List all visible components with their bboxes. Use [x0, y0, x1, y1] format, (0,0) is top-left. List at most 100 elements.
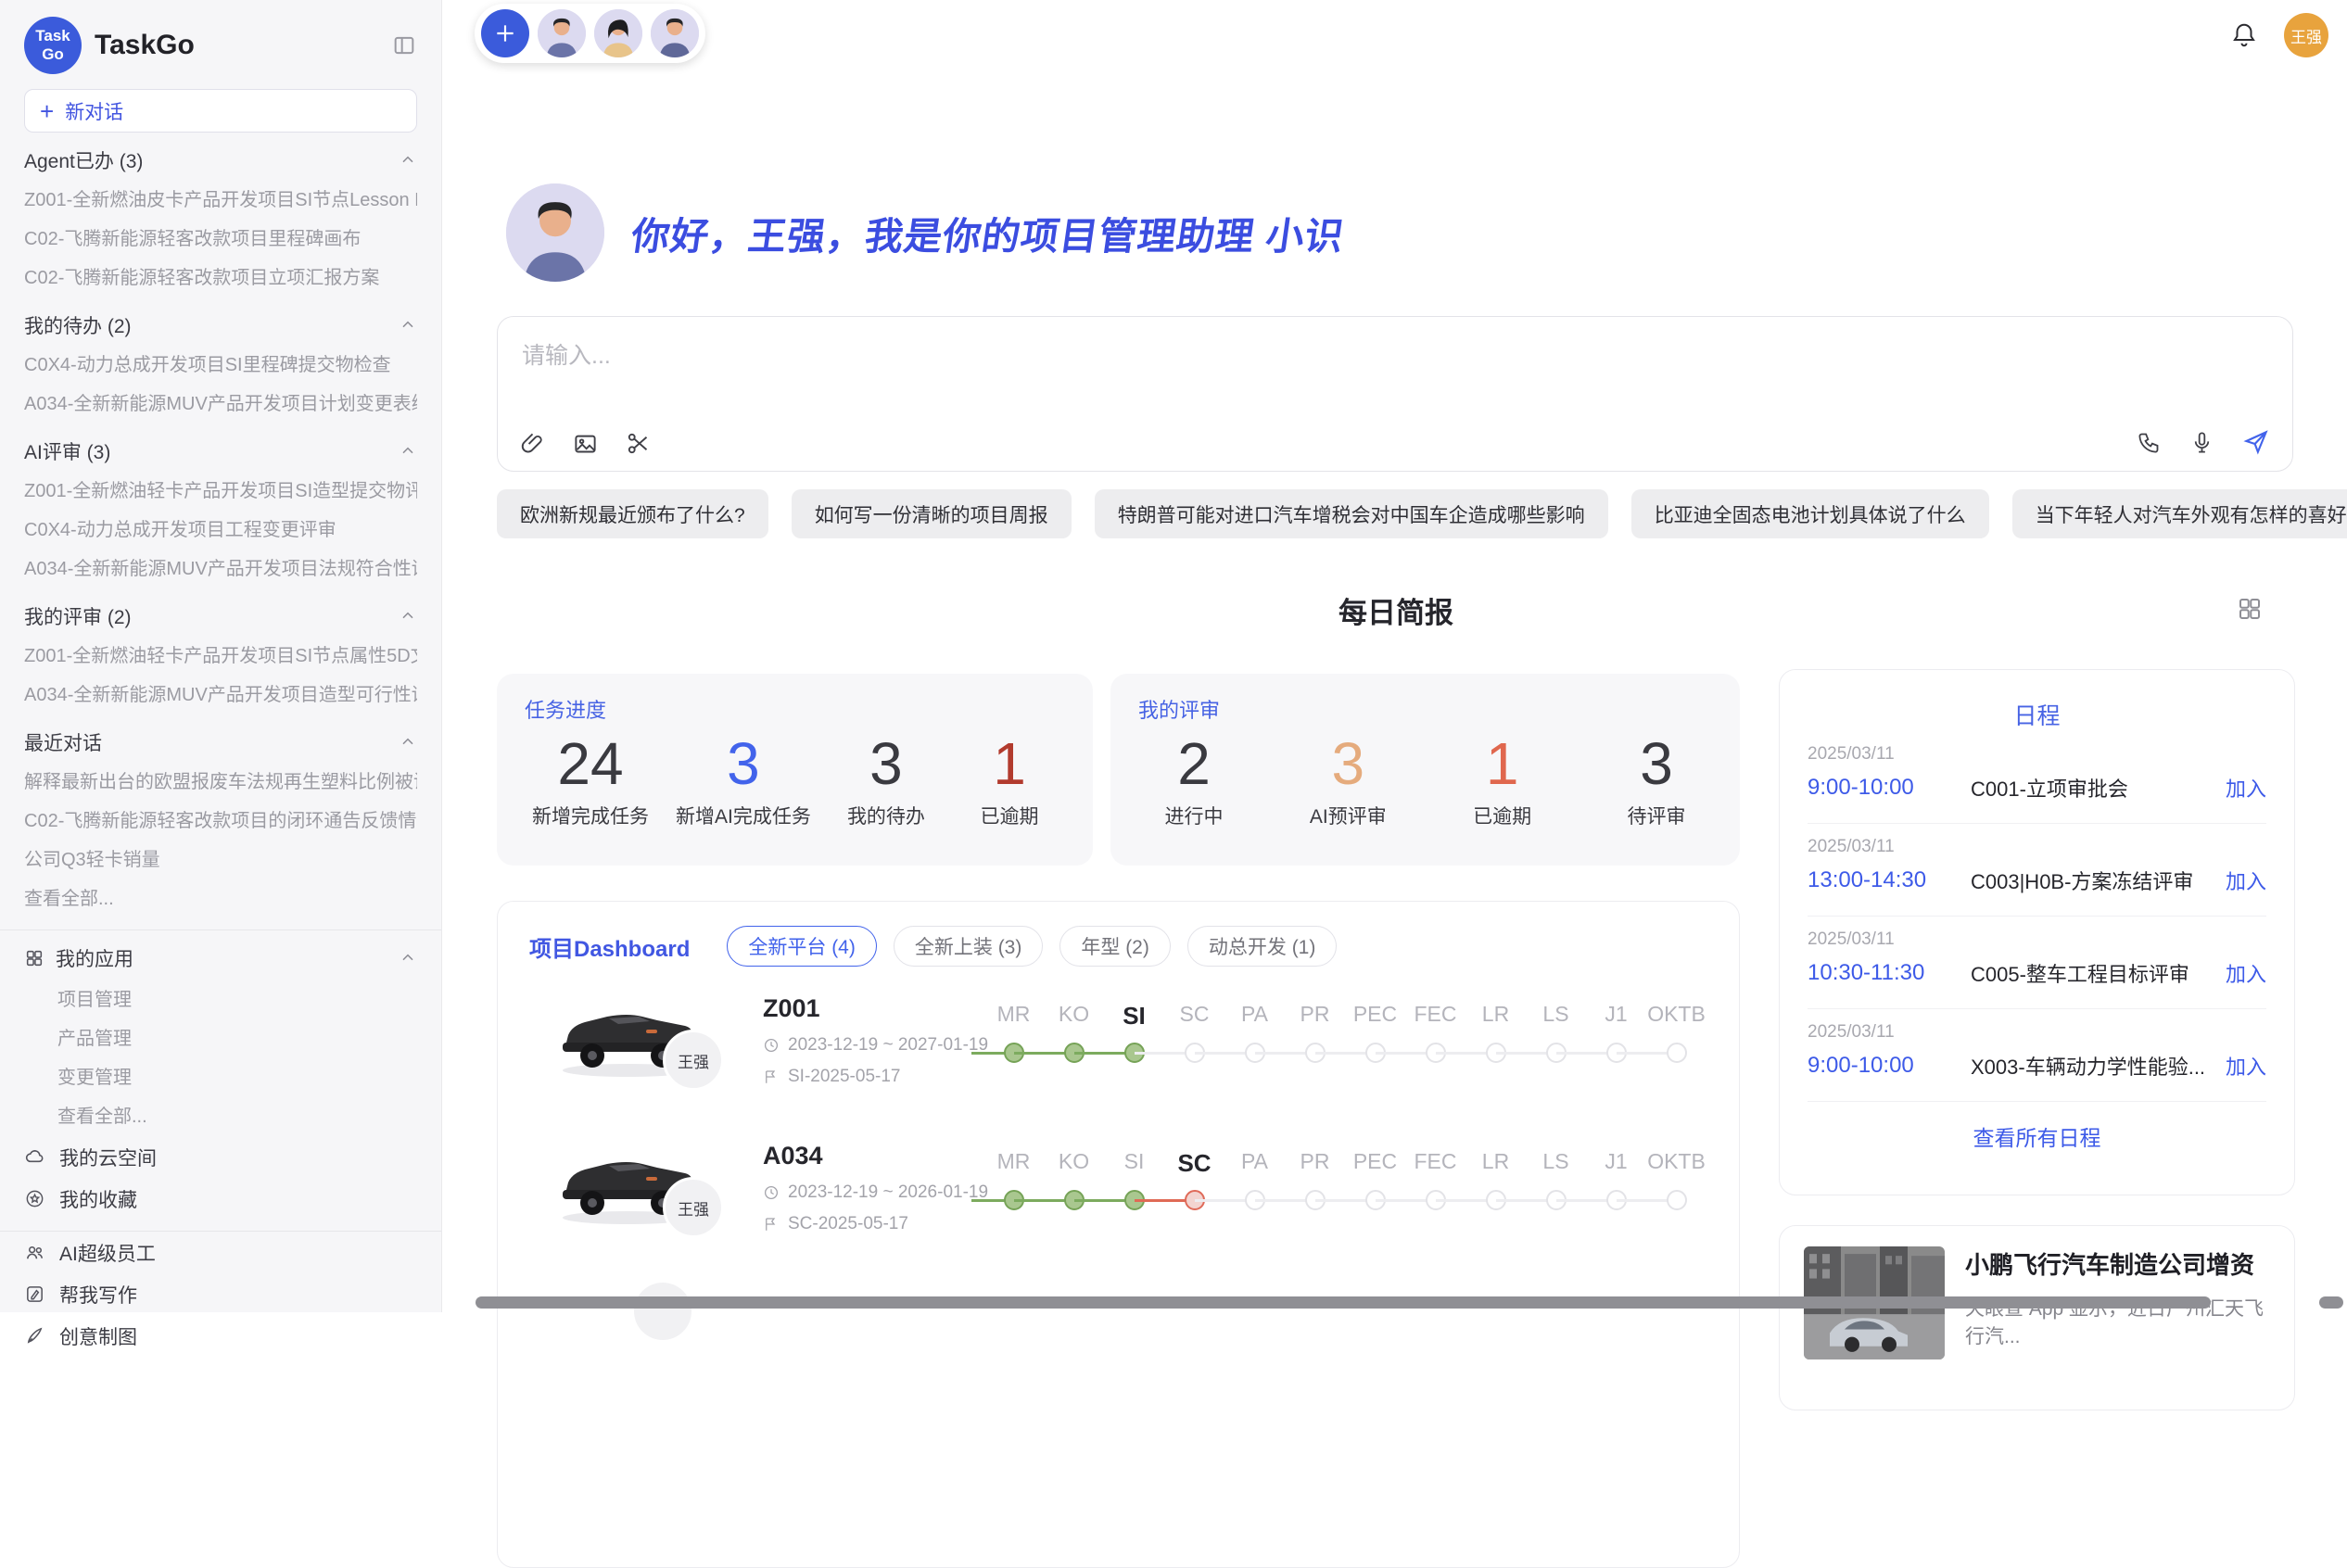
news-card[interactable]: 小鹏飞行汽车制造公司增资 天眼查 App 显示，近日广州汇天飞行汽... — [1779, 1225, 2295, 1410]
sidebar-section-header[interactable]: 我的评审 (2) — [24, 596, 417, 637]
agent-avatar[interactable] — [651, 9, 699, 57]
event-name: C003|H0B-方案冻结评审 — [1971, 866, 2226, 895]
chevron-up-icon — [399, 733, 417, 752]
clock-icon — [763, 1184, 780, 1201]
grid-icon — [24, 948, 44, 968]
news-title: 小鹏飞行汽车制造公司增资 — [1965, 1246, 2270, 1281]
add-agent-button[interactable] — [481, 9, 529, 57]
dashboard-tab[interactable]: 动总开发 (1) — [1187, 926, 1338, 967]
sidebar-item[interactable]: 查看全部... — [24, 1097, 417, 1136]
view-all-schedule-link[interactable]: 查看所有日程 — [1808, 1120, 2266, 1152]
stat-label: 已逾期 — [980, 802, 1038, 829]
suggestion-chip[interactable]: 当下年轻人对汽车外观有怎样的喜好趋势 — [2012, 489, 2347, 538]
sidebar-section-header[interactable]: AI评审 (3) — [24, 431, 417, 472]
sidebar-item[interactable]: 产品管理 — [24, 1019, 417, 1058]
chevron-up-icon — [399, 316, 417, 335]
sidebar-section: AI评审 (3) Z001-全新燃油轻卡产品开发项目SI造型提交物评审C0X4-… — [24, 431, 417, 588]
new-chat-button[interactable]: + 新对话 — [24, 89, 417, 133]
join-link[interactable]: 加入 — [2226, 773, 2266, 803]
sidebar-item[interactable]: 公司Q3轻卡销量 — [24, 841, 417, 879]
sidebar-item-people[interactable]: AI超级员工 — [24, 1232, 417, 1273]
link-label: 创意制图 — [59, 1322, 137, 1350]
scissors-icon[interactable] — [626, 431, 651, 456]
stat-value: 1 — [993, 726, 1026, 802]
stat: 24 新增完成任务 — [532, 726, 649, 829]
stat-value: 3 — [727, 726, 760, 802]
milestone-label: J1 — [1586, 1149, 1646, 1178]
sidebar-section: Agent已办 (3) Z001-全新燃油皮卡产品开发项目SI节点Lesson … — [24, 140, 417, 297]
suggestion-chips: 欧洲新规最近颁布了什么? 如何写一份清晰的项目周报特朗普可能对进口汽车增税会对中国… — [497, 489, 2347, 538]
sidebar-item[interactable]: C0X4-动力总成开发项目SI里程碑提交物检查 — [24, 346, 417, 385]
event-name: C005-整车工程目标评审 — [1971, 958, 2226, 988]
join-link[interactable]: 加入 — [2226, 866, 2266, 895]
link-label: 我的云空间 — [59, 1144, 157, 1171]
milestone-label: FEC — [1405, 1002, 1465, 1031]
sidebar-item-pen[interactable]: 创意制图 — [24, 1315, 417, 1357]
join-link[interactable]: 加入 — [2226, 1051, 2266, 1081]
section-label: 我的待办 (2) — [24, 311, 132, 339]
layout-grid-icon[interactable] — [2236, 595, 2264, 623]
sidebar: Task Go TaskGo + 新对话 Agent已办 (3) Z001-全新… — [0, 0, 442, 1312]
sidebar-section: 我的待办 (2) C0X4-动力总成开发项目SI里程碑提交物检查A034-全新新… — [24, 305, 417, 424]
stat-label: 我的待办 — [847, 802, 925, 829]
my-apps-label: 我的应用 — [56, 944, 133, 972]
scrollbar-corner[interactable] — [2319, 1296, 2343, 1309]
sidebar-collapse-icon[interactable] — [391, 32, 417, 58]
milestone-label: LR — [1465, 1149, 1526, 1178]
sidebar-item[interactable]: 解释最新出台的欧盟报废车法规再生塑料比例被调至15%... — [24, 763, 417, 802]
dashboard-tab[interactable]: 全新平台 (4) — [727, 926, 877, 967]
sidebar-item-my-apps[interactable]: 我的应用 — [24, 936, 417, 980]
stat-label: AI预评审 — [1310, 802, 1387, 829]
agent-avatar[interactable] — [594, 9, 642, 57]
sidebar-item[interactable]: 项目管理 — [24, 980, 417, 1019]
sidebar-item[interactable]: C02-飞腾新能源轻客改款项目里程碑画布 — [24, 220, 417, 259]
schedule-event: 2025/03/11 9:00-10:00 X003-车辆动力学性能验... 加… — [1808, 1009, 2266, 1102]
user-avatar[interactable]: 王强 — [2284, 13, 2328, 57]
agent-avatar[interactable] — [538, 9, 586, 57]
sidebar-section-header[interactable]: Agent已办 (3) — [24, 140, 417, 181]
suggestion-chip[interactable]: 如何写一份清晰的项目周报 — [792, 489, 1072, 538]
milestone-label: SC — [1164, 1002, 1224, 1031]
sidebar-item-badge-star[interactable]: 我的收藏 — [24, 1178, 417, 1220]
sidebar-item-write[interactable]: 帮我写作 — [24, 1273, 417, 1315]
sidebar-section-header[interactable]: 最近对话 — [24, 722, 417, 763]
attachment-icon[interactable] — [520, 431, 545, 456]
suggestion-chip[interactable]: 比亚迪全固态电池计划具体说了什么 — [1631, 489, 1989, 538]
sidebar-item[interactable]: Z001-全新燃油轻卡产品开发项目SI节点属性5D文件评审 — [24, 637, 417, 676]
sidebar-item[interactable]: C02-飞腾新能源轻客改款项目的闭环通告反馈情况 — [24, 802, 417, 841]
sidebar-item-cloud[interactable]: 我的云空间 — [24, 1136, 417, 1178]
milestone-label: PR — [1285, 1149, 1345, 1178]
stat-value: 2 — [1177, 726, 1211, 802]
sidebar-item[interactable]: Z001-全新燃油轻卡产品开发项目SI造型提交物评审 — [24, 472, 417, 511]
sidebar-section-header[interactable]: 我的待办 (2) — [24, 305, 417, 346]
send-icon[interactable] — [2242, 428, 2270, 456]
event-time: 13:00-14:30 — [1808, 867, 1971, 893]
flag-icon — [763, 1069, 780, 1085]
sidebar-item[interactable]: 查看全部... — [24, 879, 417, 918]
sidebar-item[interactable]: A034-全新新能源MUV产品开发项目计划变更表编写 — [24, 385, 417, 424]
image-icon[interactable] — [573, 431, 598, 456]
dashboard-tab[interactable]: 年型 (2) — [1059, 926, 1171, 967]
milestone-label: PR — [1285, 1002, 1345, 1031]
notifications-bell-icon[interactable] — [2230, 21, 2258, 49]
sidebar-item[interactable]: 变更管理 — [24, 1058, 417, 1097]
sidebar-item[interactable]: C02-飞腾新能源轻客改款项目立项汇报方案 — [24, 259, 417, 297]
schedule-title: 日程 — [1808, 698, 2266, 731]
sidebar-item[interactable]: Z001-全新燃油皮卡产品开发项目SI节点Lesson Learn报告 — [24, 181, 417, 220]
join-link[interactable]: 加入 — [2226, 958, 2266, 988]
sidebar-item[interactable]: A034-全新新能源MUV产品开发项目法规符合性评审 — [24, 550, 417, 588]
sidebar-item[interactable]: A034-全新新能源MUV产品开发项目造型可行性评审 — [24, 676, 417, 714]
horizontal-scrollbar[interactable] — [476, 1296, 2211, 1309]
greeting-block: 你好，王强，我是你的项目管理助理 小识 — [506, 183, 1344, 282]
microphone-icon[interactable] — [2189, 430, 2214, 455]
project-dates: 2023-12-19 ~ 2027-01-19 — [763, 1035, 988, 1056]
dashboard-tab[interactable]: 全新上装 (3) — [894, 926, 1044, 967]
sidebar-item[interactable]: C0X4-动力总成开发项目工程变更评审 — [24, 511, 417, 550]
milestone-label: PA — [1224, 1149, 1285, 1178]
suggestion-chip[interactable]: 欧洲新规最近颁布了什么? — [497, 489, 768, 538]
project-name: Z001 — [763, 994, 820, 1023]
suggestion-chip[interactable]: 特朗普可能对进口汽车增税会对中国车企造成哪些影响 — [1095, 489, 1608, 538]
dashboard-title: 项目Dashboard — [529, 930, 690, 963]
phone-icon[interactable] — [2137, 430, 2162, 455]
chat-input[interactable]: 请输入... — [497, 316, 2293, 472]
